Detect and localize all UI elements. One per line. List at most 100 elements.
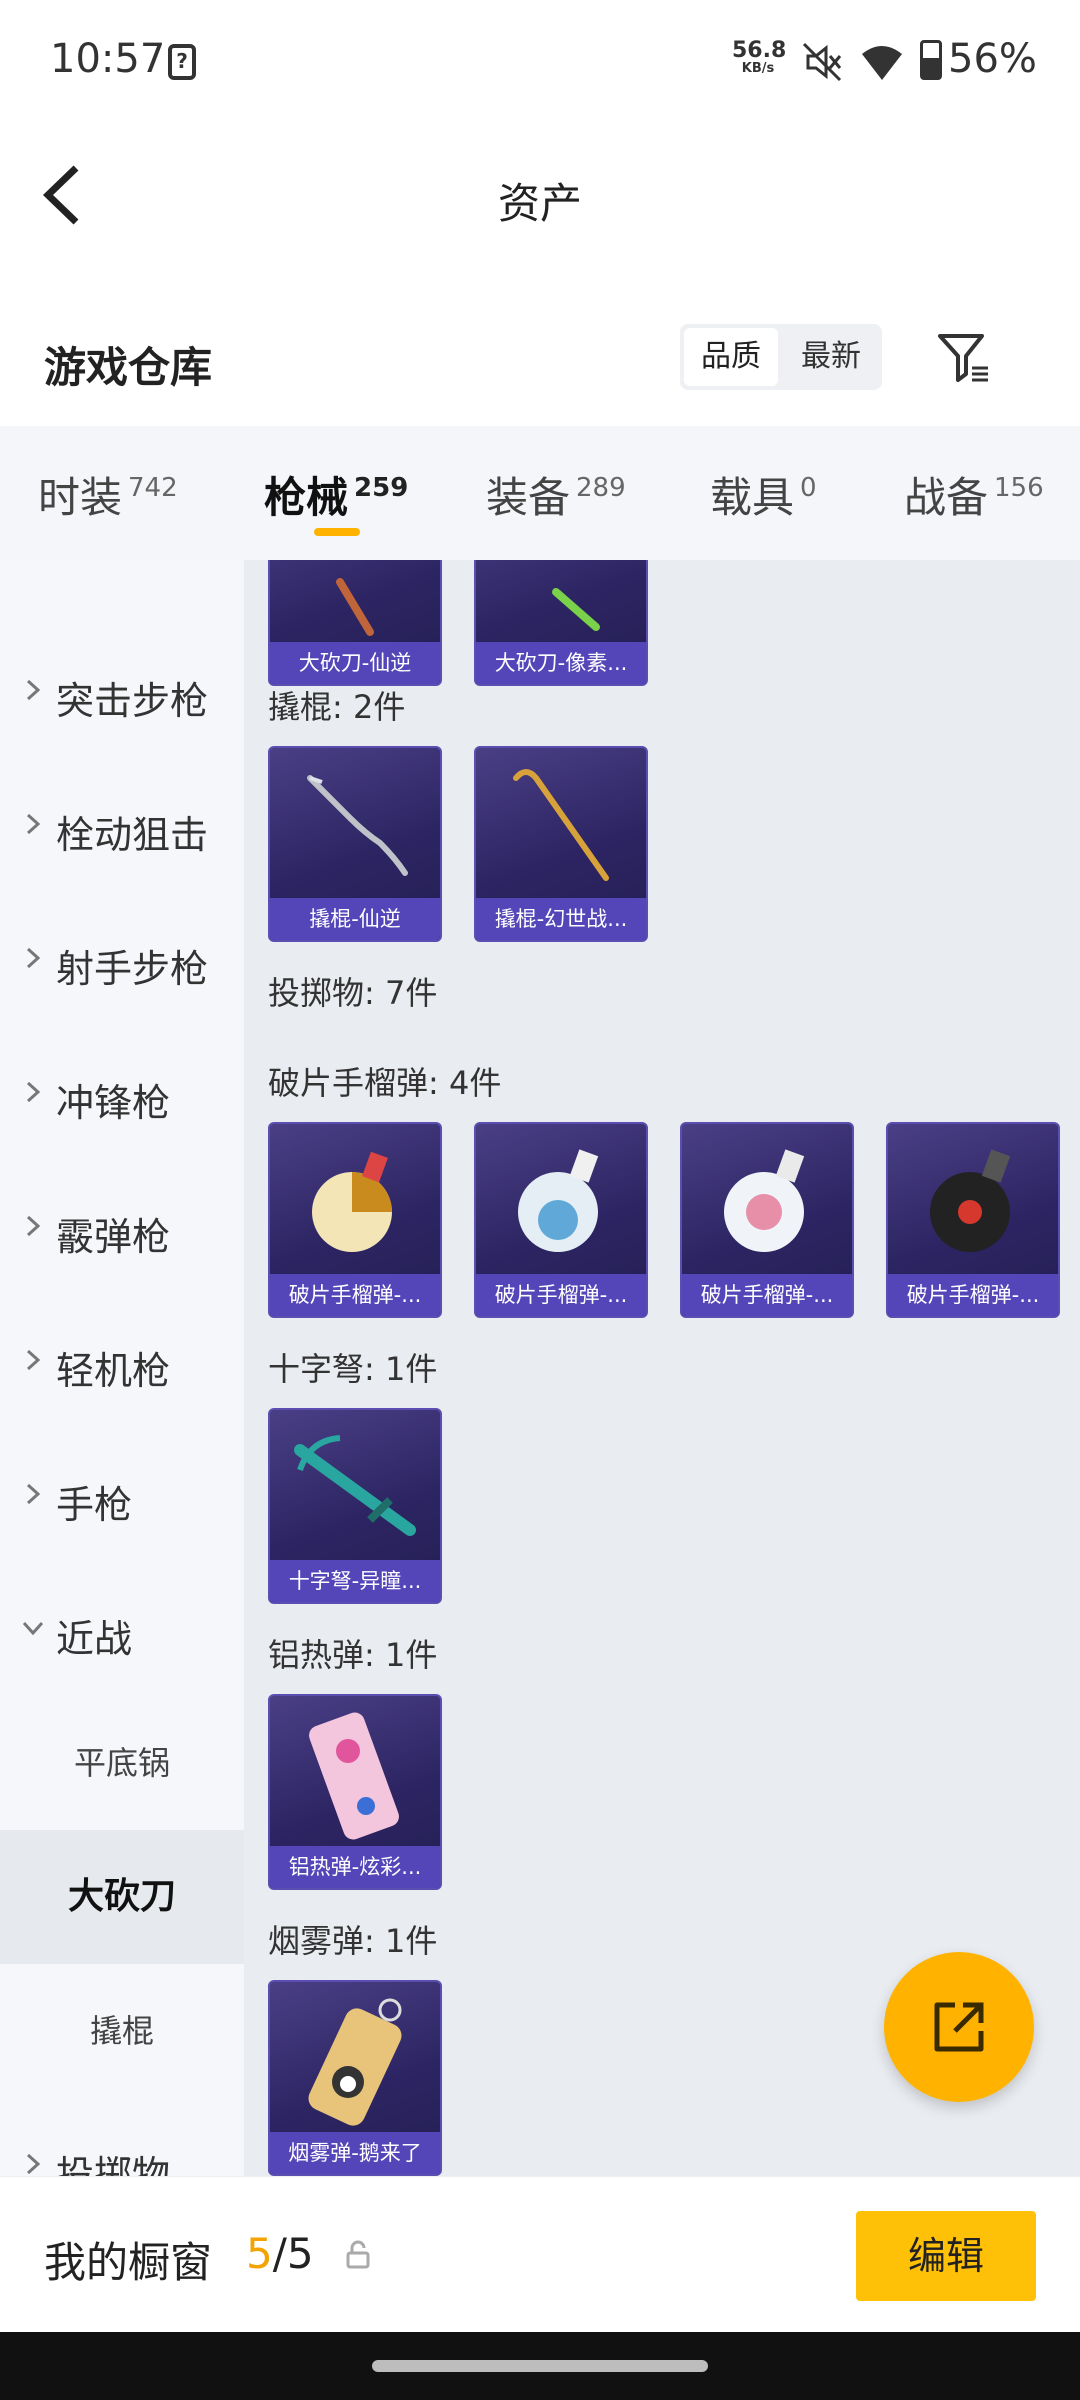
item-card[interactable]: 铝热弹-炫彩... [268,1694,442,1890]
item-card[interactable]: 破片手榴弹-... [268,1122,442,1318]
tab-vehicles[interactable]: 载具 0 [710,464,817,525]
item-card-label: 破片手榴弹-... [476,1274,646,1316]
sort-option-quality[interactable]: 品质 [684,328,778,386]
item-card[interactable]: 破片手榴弹-... [886,1122,1060,1318]
chevron-right-icon [26,679,41,701]
item-card-label: 撬棍-仙逆 [270,898,440,940]
thermite-icon [309,1712,399,1840]
category-tabs: 时装 742 枪械 259 装备 289 载具 0 战备 156 [0,426,1080,560]
mute-icon [802,42,842,82]
sidebar-item-label: 手枪 [56,1483,133,1527]
section-title-frag-grenade: 破片手榴弹: 4件 [268,1064,502,1102]
page-title: 资产 [497,179,582,228]
showcase-bar: 我的橱窗 5/5 编辑 [0,2176,1080,2332]
section-title-smoke: 烟雾弹: 1件 [268,1922,438,1960]
showcase-current: 5 [246,2229,273,2278]
sim-card-question-icon: ? [168,44,196,80]
chevron-right-icon [26,1349,41,1371]
sidebar-item-throwables[interactable]: 投掷物 [0,2098,244,2176]
item-card-label: 破片手榴弹-... [270,1274,440,1316]
tab-fashion[interactable]: 时装 742 [38,464,178,525]
header: 资产 [0,120,1080,270]
sidebar-subitem-frying-pan[interactable]: 平底锅 [0,1696,244,1830]
item-card[interactable]: 破片手榴弹-... [680,1122,854,1318]
warehouse-title: 游戏仓库 [44,343,213,392]
status-bar: 10:57 ? 56.8 KB/s 56% [0,0,1080,120]
sidebar-item-label: 突击步枪 [56,679,209,723]
chevron-right-icon [26,2153,41,2175]
chevron-right-icon [26,813,41,835]
crowbar-icon [307,775,408,876]
external-link-icon [934,2002,984,2052]
item-card-label: 撬棍-幻世战... [476,898,646,940]
sidebar-item-label: 轻机枪 [56,1349,171,1393]
sidebar-item-pistol[interactable]: 手枪 [0,1428,244,1562]
sort-option-latest[interactable]: 最新 [784,328,878,386]
share-fab[interactable] [884,1952,1034,2102]
sidebar-item-label: 冲锋枪 [56,1081,171,1125]
tab-count: 259 [354,473,409,503]
item-card-label: 破片手榴弹-... [888,1274,1058,1316]
sort-segmented-control: 品质 最新 [680,324,882,390]
sidebar-subitem-crowbar[interactable]: 撬棍 [0,1964,244,2098]
sidebar-item-assault-rifle[interactable]: 突击步枪 [0,624,244,758]
tab-count: 0 [800,473,817,503]
status-time: 10:57 [50,36,166,82]
item-card[interactable]: 大砍刀-像素... [474,560,648,686]
item-card-label: 大砍刀-像素... [476,642,646,684]
item-card[interactable]: 破片手榴弹-... [474,1122,648,1318]
tab-equipment[interactable]: 装备 289 [486,464,626,525]
section-title-crossbow: 十字弩: 1件 [268,1350,438,1388]
tab-label: 载具 [710,473,795,522]
section-title-crowbar: 撬棍: 2件 [268,688,406,726]
chevron-right-icon [26,947,41,969]
machete-icon [552,588,600,631]
grenade-icon [930,1149,1011,1252]
sidebar-item-label: 投掷物 [56,2153,171,2176]
lock-icon [346,2240,370,2269]
item-card-label: 破片手榴弹-... [682,1274,852,1316]
sidebar-item-smg[interactable]: 冲锋枪 [0,1026,244,1160]
sidebar-item-label: 射手步枪 [56,947,209,991]
sidebar-item-bolt-sniper[interactable]: 栓动狙击 [0,758,244,892]
tab-firearms[interactable]: 枪械 259 [264,464,408,525]
tab-label: 枪械 [264,473,349,522]
network-speed-value: 56.8 [732,38,787,63]
active-tab-indicator [314,528,360,536]
edit-button[interactable]: 编辑 [856,2211,1036,2301]
filter-icon[interactable] [934,328,994,388]
showcase-separator: / [272,2229,287,2278]
smoke-grenade-icon [308,1998,402,2126]
item-card[interactable]: 撬棍-仙逆 [268,746,442,942]
chevron-right-icon [26,1081,41,1103]
showcase-count: 5/5 [246,2229,314,2278]
sidebar-item-marksman-rifle[interactable]: 射手步枪 [0,892,244,1026]
warehouse-header: 游戏仓库 品质 最新 [0,310,1080,420]
grenade-icon [724,1149,805,1252]
home-gesture-handle[interactable] [372,2360,708,2372]
battery-percent: 56% [948,36,1037,82]
crowbar-icon [513,769,609,881]
sidebar-item-melee[interactable]: 近战 [0,1562,244,1696]
item-card-label: 十字弩-异瞳... [270,1560,440,1602]
item-card[interactable]: 撬棍-幻世战... [474,746,648,942]
sidebar-subitem-machete[interactable]: 大砍刀 [0,1830,244,1964]
sidebar-item-shotgun[interactable]: 霰弹枪 [0,1160,244,1294]
section-title-throwables: 投掷物: 7件 [268,974,438,1012]
tab-label: 装备 [486,473,571,522]
network-speed-unit: KB/s [741,61,775,76]
item-card[interactable]: 烟雾弹-鹅来了 [268,1980,442,2176]
item-card-label: 铝热弹-炫彩... [270,1846,440,1888]
wifi-icon [862,46,902,80]
tab-gear[interactable]: 战备 156 [904,464,1044,525]
item-card[interactable]: 大砍刀-仙逆 [268,560,442,686]
tab-label: 时装 [38,473,123,522]
item-card[interactable]: 十字弩-异瞳... [268,1408,442,1604]
chevron-right-icon [26,1215,41,1237]
grenade-icon [312,1151,392,1252]
sidebar-item-lmg[interactable]: 轻机枪 [0,1294,244,1428]
tab-label: 战备 [904,473,989,522]
system-nav-bar [0,2332,1080,2400]
section-title-thermite: 铝热弹: 1件 [268,1636,438,1674]
sidebar-item-label: 栓动狙击 [56,813,209,857]
